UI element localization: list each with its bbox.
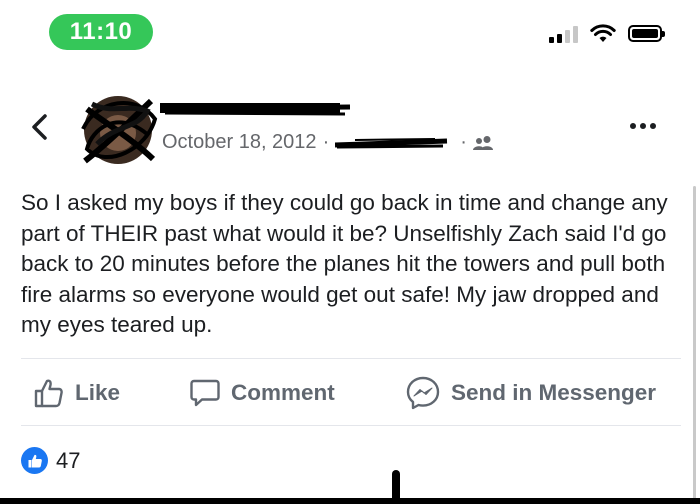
send-label: Send in Messenger [451, 380, 657, 405]
wifi-icon [590, 24, 616, 42]
more-options-icon[interactable] [630, 123, 656, 129]
thumbs-up-icon [34, 379, 63, 408]
post-date[interactable]: October 18, 2012 [162, 131, 317, 154]
comment-label: Comment [231, 380, 335, 405]
scrollbar[interactable] [693, 186, 696, 504]
comment-icon [190, 379, 220, 407]
send-in-messenger-button[interactable]: Send in Messenger [405, 364, 656, 422]
post-header: October 18, 2012 · · [0, 75, 700, 170]
meta-separator: · [322, 131, 330, 153]
post-meta: October 18, 2012 · · [162, 131, 495, 154]
messenger-icon [406, 376, 440, 410]
avatar-redacted[interactable] [77, 89, 159, 171]
divider [21, 425, 681, 426]
post-actions: Like Comment Send in Messenger [21, 364, 681, 422]
status-time[interactable]: 11:10 [49, 14, 153, 50]
author-name-redacted[interactable] [160, 101, 350, 119]
like-label: Like [75, 380, 121, 405]
comment-button[interactable]: Comment [189, 364, 335, 422]
meta-separator-2: · [460, 131, 467, 153]
cellular-signal-icon [549, 25, 578, 43]
reactions-summary[interactable]: 47 [21, 447, 80, 474]
status-bar: 11:10 [0, 0, 700, 62]
reaction-count: 47 [56, 447, 81, 473]
like-reaction-icon [21, 447, 48, 474]
divider [21, 358, 681, 359]
bottom-bar [0, 498, 700, 504]
battery-icon [628, 25, 665, 42]
location-redacted [335, 137, 448, 148]
facebook-post-screen: 11:10 October 18, 2012 · · So I asked my… [0, 0, 700, 504]
like-button[interactable]: Like [33, 364, 120, 422]
status-icons [549, 24, 665, 43]
friends-icon [472, 135, 493, 150]
post-text: So I asked my boys if they could go back… [21, 190, 668, 337]
back-chevron-icon[interactable] [26, 113, 54, 141]
